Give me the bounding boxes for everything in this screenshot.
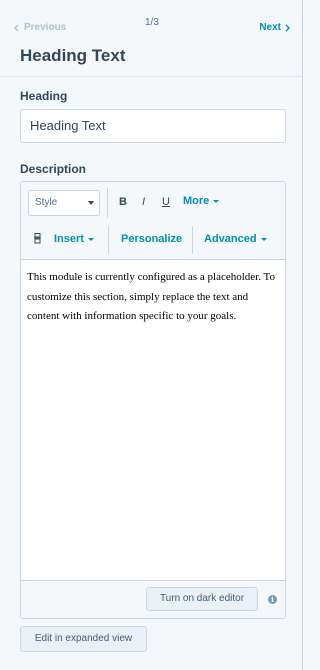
caret-down-icon <box>213 199 220 203</box>
editor-toolbar: Style B I U More Insert Personalize Adva… <box>21 182 285 260</box>
previous-label: Previous <box>24 22 67 33</box>
next-label: Next <box>259 22 281 33</box>
info-icon[interactable]: i <box>268 595 277 604</box>
chevron-right-icon <box>285 24 290 31</box>
insert-label: Insert <box>54 233 84 245</box>
advanced-label: Advanced <box>204 233 257 245</box>
rich-text-editor: Style B I U More Insert Personalize Adva… <box>20 181 286 619</box>
description-field-label: Description <box>20 162 87 176</box>
module-editor-panel: Previous 1/3 Next Heading Text Heading H… <box>0 0 303 670</box>
style-select[interactable]: Style <box>28 190 100 216</box>
pagination-nav: Previous 1/3 Next <box>0 17 302 36</box>
insert-block-icon <box>34 233 41 244</box>
advanced-menu[interactable]: Advanced <box>204 233 267 245</box>
page-counter: 1/3 <box>145 17 159 28</box>
underline-button[interactable]: U <box>162 196 170 208</box>
dark-editor-button[interactable]: Turn on dark editor <box>146 587 258 611</box>
toolbar-separator <box>107 188 108 218</box>
caret-down-icon <box>88 201 94 205</box>
page-title: Heading Text <box>20 46 126 65</box>
caret-down-icon <box>260 237 267 241</box>
edit-expanded-view-button[interactable]: Edit in expanded view <box>20 626 147 652</box>
next-button[interactable]: Next <box>259 22 290 33</box>
bold-button[interactable]: B <box>119 196 127 208</box>
header-divider <box>0 76 302 77</box>
editor-content[interactable]: This module is currently configured as a… <box>27 268 281 327</box>
toolbar-separator <box>108 226 109 254</box>
heading-field-label: Heading <box>20 89 68 103</box>
italic-button[interactable]: I <box>142 196 145 208</box>
personalize-button[interactable]: Personalize <box>121 233 182 245</box>
insert-menu[interactable]: Insert <box>54 233 94 245</box>
toolbar-separator <box>192 226 193 254</box>
editor-footer: Turn on dark editor i <box>21 580 285 618</box>
chevron-left-icon <box>14 24 19 31</box>
more-menu[interactable]: More <box>183 195 220 207</box>
caret-down-icon <box>87 237 94 241</box>
heading-input[interactable]: Heading Text <box>20 109 286 143</box>
previous-button[interactable]: Previous <box>14 22 66 33</box>
more-label: More <box>183 195 210 207</box>
style-select-value: Style <box>35 197 58 208</box>
